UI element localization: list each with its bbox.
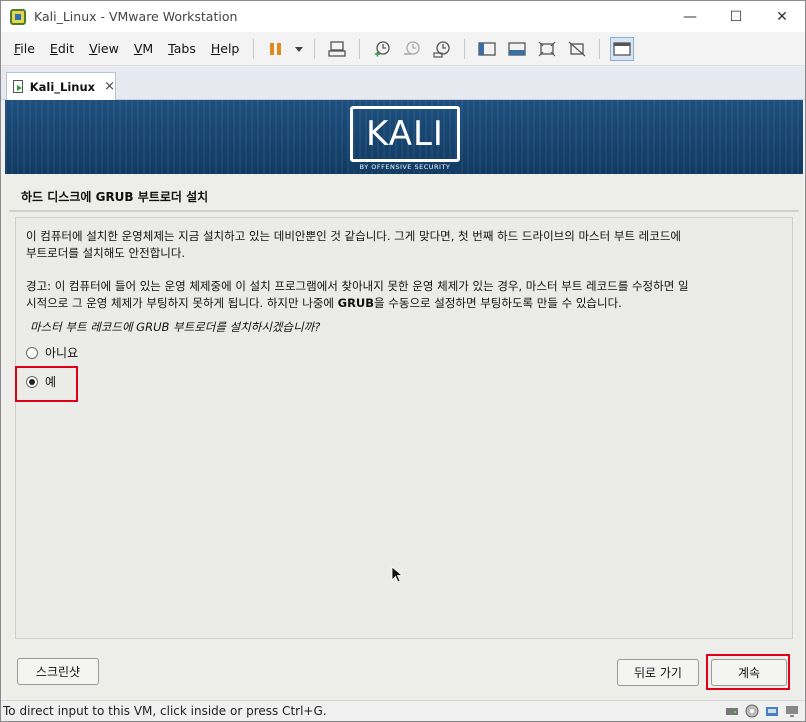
menu-vm[interactable]: VM bbox=[127, 41, 160, 56]
display-icon[interactable] bbox=[785, 704, 799, 718]
toolbar-separator bbox=[599, 38, 601, 59]
show-library-icon[interactable] bbox=[475, 37, 499, 61]
device-icons bbox=[719, 704, 799, 718]
warning-line-1: 경고: 이 컴퓨터에 들어 있는 운영 체제중에 이 설치 프로그램에서 찾아내… bbox=[26, 279, 689, 293]
option-no-label[interactable]: 아니요 bbox=[45, 344, 78, 361]
kali-banner: KALI BY OFFENSIVE SECURITY bbox=[5, 100, 803, 174]
unity-icon[interactable] bbox=[565, 37, 589, 61]
snapshot-take-icon[interactable] bbox=[370, 37, 394, 61]
title-divider bbox=[9, 210, 799, 212]
pause-icon[interactable] bbox=[264, 37, 288, 61]
menu-file[interactable]: File bbox=[7, 41, 42, 56]
menu-view[interactable]: View bbox=[82, 41, 126, 56]
kali-logo-subtitle: BY OFFENSIVE SECURITY bbox=[350, 163, 460, 171]
hard-disk-icon[interactable] bbox=[725, 704, 739, 718]
kali-logo: KALI bbox=[350, 106, 460, 162]
toolbar-separator bbox=[253, 38, 255, 59]
tab-kali-linux[interactable]: Kali_Linux × bbox=[6, 72, 116, 100]
window-controls: — ☐ ✕ bbox=[667, 1, 805, 32]
vmware-app-icon bbox=[10, 8, 26, 25]
vm-tab-strip: Kali_Linux × bbox=[1, 67, 805, 100]
console-view-icon[interactable] bbox=[610, 36, 635, 61]
highlight-box-continue bbox=[706, 654, 790, 690]
network-adapter-icon[interactable] bbox=[765, 704, 779, 718]
kali-logo-text: KALI bbox=[366, 114, 444, 154]
power-dropdown-icon[interactable] bbox=[293, 37, 305, 61]
send-ctrl-alt-del-icon[interactable] bbox=[325, 37, 349, 61]
menu-tabs[interactable]: Tabs bbox=[161, 41, 203, 56]
vm-running-icon bbox=[13, 80, 23, 93]
radio-no[interactable] bbox=[26, 346, 38, 359]
highlight-box-yes bbox=[15, 366, 78, 402]
tab-label: Kali_Linux bbox=[29, 79, 96, 94]
title-bar: Kali_Linux - VMware Workstation — ☐ ✕ bbox=[1, 1, 805, 32]
description-paragraph: 이 컴퓨터에 설치한 운영체제는 지금 설치하고 있는 데비안뿐인 것 같습니다… bbox=[26, 228, 786, 262]
screenshot-button[interactable]: 스크린샷 bbox=[17, 658, 99, 685]
warning-paragraph: 경고: 이 컴퓨터에 들어 있는 운영 체제중에 이 설치 프로그램에서 찾아내… bbox=[26, 278, 786, 312]
tab-close-icon[interactable]: × bbox=[104, 79, 115, 94]
vmware-window: Kali_Linux - VMware Workstation — ☐ ✕ Fi… bbox=[0, 0, 806, 722]
maximize-button[interactable]: ☐ bbox=[713, 1, 759, 32]
install-question: 마스터 부트 레코드에 GRUB 부트로더를 설치하시겠습니까? bbox=[30, 320, 321, 334]
menu-help[interactable]: Help bbox=[204, 41, 247, 56]
description-line-1: 이 컴퓨터에 설치한 운영체제는 지금 설치하고 있는 데비안뿐인 것 같습니다… bbox=[26, 229, 682, 243]
mouse-cursor-icon bbox=[391, 566, 403, 583]
description-line-2: 부트로더를 설치해도 안전합니다. bbox=[26, 246, 186, 260]
show-thumbnail-icon[interactable] bbox=[505, 37, 529, 61]
toolbar-separator bbox=[314, 38, 316, 59]
full-screen-icon[interactable] bbox=[535, 37, 559, 61]
vm-console[interactable]: KALI BY OFFENSIVE SECURITY 하드 디스크에 GRUB … bbox=[5, 100, 803, 700]
installer-panel: 이 컴퓨터에 설치한 운영체제는 지금 설치하고 있는 데비안뿐인 것 같습니다… bbox=[15, 217, 793, 639]
menu-edit[interactable]: Edit bbox=[43, 41, 81, 56]
snapshot-manager-icon[interactable] bbox=[430, 37, 454, 61]
close-button[interactable]: ✕ bbox=[759, 1, 805, 32]
option-no[interactable]: 아니요 bbox=[26, 344, 78, 361]
toolbar-separator bbox=[464, 38, 466, 59]
window-title: Kali_Linux - VMware Workstation bbox=[34, 9, 238, 24]
menu-toolbar: File Edit View VM Tabs Help bbox=[1, 32, 805, 66]
cd-dvd-icon[interactable] bbox=[745, 704, 759, 718]
warning-line-2: 시적으로 그 운영 체제가 부팅하지 못하게 됩니다. 하지만 나중에 GRUB… bbox=[26, 296, 622, 310]
minimize-button[interactable]: — bbox=[667, 1, 713, 32]
back-button[interactable]: 뒤로 가기 bbox=[617, 659, 699, 686]
snapshot-revert-icon[interactable] bbox=[400, 37, 424, 61]
status-text: To direct input to this VM, click inside… bbox=[3, 704, 327, 718]
installer-step-title: 하드 디스크에 GRUB 부트로더 설치 bbox=[21, 190, 209, 204]
toolbar-separator bbox=[359, 38, 361, 59]
status-bar: To direct input to this VM, click inside… bbox=[1, 700, 805, 721]
